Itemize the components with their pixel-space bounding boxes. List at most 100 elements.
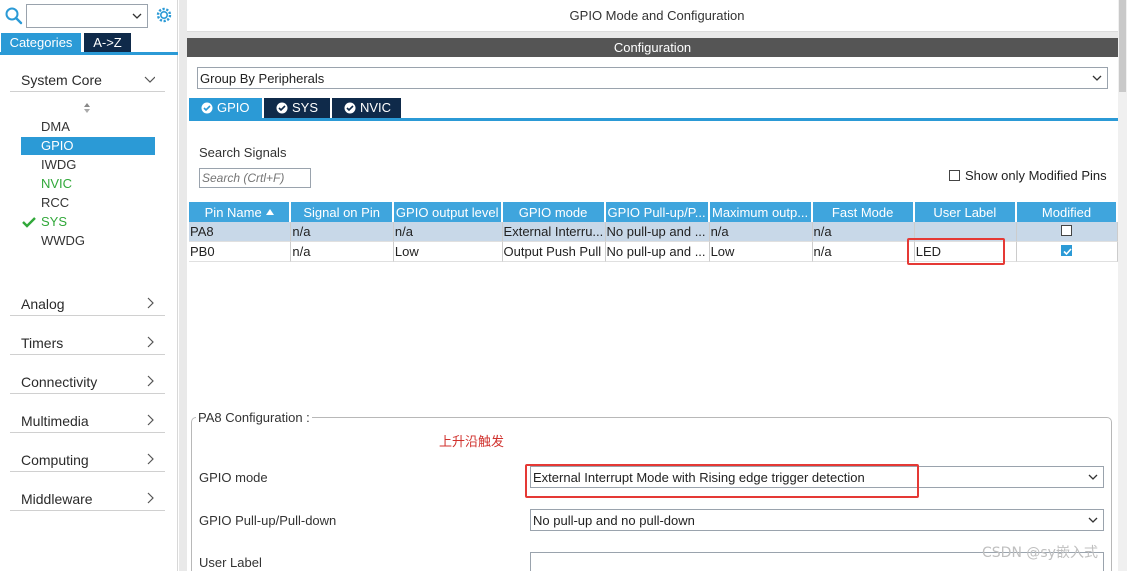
tab-label: NVIC: [360, 100, 392, 115]
table-cell[interactable]: LED: [914, 242, 1017, 262]
column-header-fast-mode[interactable]: Fast Mode: [812, 202, 915, 222]
gear-icon[interactable]: [154, 5, 174, 25]
category-system-core[interactable]: System Core: [10, 66, 165, 92]
modified-cell: [1016, 242, 1118, 262]
sidebar-item-iwdg[interactable]: IWDG: [21, 156, 155, 174]
check-circle-icon: [344, 102, 356, 114]
sort-icon[interactable]: [82, 102, 92, 114]
annotation-text: 上升沿触发: [439, 435, 505, 450]
table-cell: n/a: [812, 242, 915, 262]
category-label: Analog: [21, 296, 65, 312]
chevron-down-icon: [1092, 75, 1102, 81]
table-cell: n/a: [291, 242, 394, 262]
category-middleware[interactable]: Middleware: [10, 485, 165, 511]
table-cell: No pull-up and ...: [605, 222, 710, 242]
search-signals-input[interactable]: [199, 168, 311, 188]
table-cell: n/a: [709, 222, 813, 242]
chevron-right-icon: [147, 414, 154, 426]
column-header-output-level[interactable]: GPIO output level: [393, 202, 503, 222]
group-by-select[interactable]: Group By Peripherals: [197, 67, 1108, 89]
show-modified-label: Show only Modified Pins: [965, 168, 1107, 183]
gpio-mode-select[interactable]: External Interrupt Mode with Rising edge…: [530, 466, 1104, 488]
chevron-right-icon: [147, 375, 154, 387]
sidebar-item-gpio[interactable]: GPIO: [21, 137, 155, 155]
show-modified-checkbox[interactable]: Show only Modified Pins: [949, 168, 1107, 183]
configuration-header: Configuration: [187, 38, 1118, 57]
chevron-right-icon: [147, 492, 154, 504]
category-multimedia[interactable]: Multimedia: [10, 407, 165, 433]
category-label: Computing: [21, 452, 89, 468]
table-cell: PA8: [189, 222, 292, 242]
category-timers[interactable]: Timers: [10, 329, 165, 355]
category-label: Multimedia: [21, 413, 89, 429]
sidebar-item-dma[interactable]: DMA: [21, 118, 155, 136]
checkmark-icon: [22, 217, 36, 228]
column-header-signal[interactable]: Signal on Pin: [291, 202, 394, 222]
table-cell: PB0: [189, 242, 292, 262]
column-header-pull[interactable]: GPIO Pull-up/P...: [605, 202, 710, 222]
sidebar: Categories A->Z System Core DMA GPIO IWD…: [0, 0, 178, 571]
sidebar-search: [4, 4, 174, 28]
search-combo[interactable]: [26, 4, 148, 28]
sort-ascending-icon: [265, 208, 274, 215]
tab-gpio[interactable]: GPIO: [189, 98, 262, 118]
pa8-config-group: [191, 417, 1112, 571]
checkbox-icon: [949, 170, 960, 181]
table-cell[interactable]: [914, 222, 1017, 242]
table-cell: n/a: [291, 222, 394, 242]
sidebar-item-nvic[interactable]: NVIC: [21, 175, 155, 193]
table-cell: External Interru...: [502, 222, 606, 242]
table-row[interactable]: PB0 n/a Low Output Push Pull No pull-up …: [189, 242, 1118, 262]
sidebar-tabs: Categories A->Z: [0, 33, 178, 55]
search-icon[interactable]: [4, 6, 24, 26]
tab-nvic[interactable]: NVIC: [332, 98, 401, 118]
pull-select[interactable]: No pull-up and no pull-down: [530, 509, 1104, 531]
tab-sys[interactable]: SYS: [264, 98, 330, 118]
category-label: System Core: [21, 72, 102, 88]
category-label: Connectivity: [21, 374, 98, 390]
chevron-down-icon: [132, 13, 142, 19]
checkmark-icon: [1063, 248, 1073, 256]
table-cell: Low: [709, 242, 813, 262]
category-connectivity[interactable]: Connectivity: [10, 368, 165, 394]
modified-checkbox[interactable]: [1061, 245, 1073, 256]
watermark: CSDN @sy嵌入式: [982, 545, 1098, 561]
tab-a-z[interactable]: A->Z: [84, 33, 131, 52]
user-label-label: User Label: [199, 555, 262, 570]
category-analog[interactable]: Analog: [10, 290, 165, 316]
modified-checkbox[interactable]: [1061, 225, 1073, 236]
sidebar-item-rcc[interactable]: RCC: [21, 194, 155, 212]
sidebar-item-sys[interactable]: SYS: [21, 213, 155, 231]
chevron-down-icon: [1088, 474, 1098, 480]
column-header-label: Pin Name: [204, 204, 262, 220]
page-title: GPIO Mode and Configuration: [187, 0, 1127, 32]
tab-label: SYS: [292, 100, 319, 115]
table-cell: Low: [393, 242, 503, 262]
sidebar-item-wwdg[interactable]: WWDG: [21, 232, 155, 250]
pull-value: No pull-up and no pull-down: [533, 513, 695, 528]
signals-table: Pin Name Signal on Pin GPIO output level…: [189, 202, 1118, 262]
category-label: Middleware: [21, 491, 93, 507]
pull-label: GPIO Pull-up/Pull-down: [199, 513, 337, 528]
column-header-modified[interactable]: Modified: [1016, 202, 1118, 222]
category-computing[interactable]: Computing: [10, 446, 165, 472]
column-header-pin-name[interactable]: Pin Name: [189, 202, 292, 222]
table-cell: n/a: [393, 222, 503, 242]
main-panel: GPIO Mode and Configuration Configuratio…: [179, 0, 1127, 571]
column-header-user-label[interactable]: User Label: [914, 202, 1017, 222]
chevron-down-icon: [144, 76, 155, 83]
tab-categories[interactable]: Categories: [1, 33, 81, 52]
column-header-max-output[interactable]: Maximum outp...: [709, 202, 813, 222]
table-row[interactable]: PA8 n/a n/a External Interru... No pull-…: [189, 222, 1118, 242]
column-header-gpio-mode[interactable]: GPIO mode: [502, 202, 606, 222]
peripheral-tabs: GPIO SYS NVIC: [189, 98, 1118, 121]
check-circle-icon: [201, 102, 213, 114]
scrollbar-thumb[interactable]: [1119, 0, 1126, 92]
gpio-mode-value: External Interrupt Mode with Rising edge…: [533, 470, 865, 485]
sidebar-item-label: SYS: [41, 214, 68, 229]
table-cell: Output Push Pull: [502, 242, 606, 262]
group-by-value: Group By Peripherals: [200, 71, 325, 86]
search-signals-label: Search Signals: [199, 145, 287, 160]
table-cell: No pull-up and ...: [605, 242, 710, 262]
chevron-down-icon: [1088, 517, 1098, 523]
